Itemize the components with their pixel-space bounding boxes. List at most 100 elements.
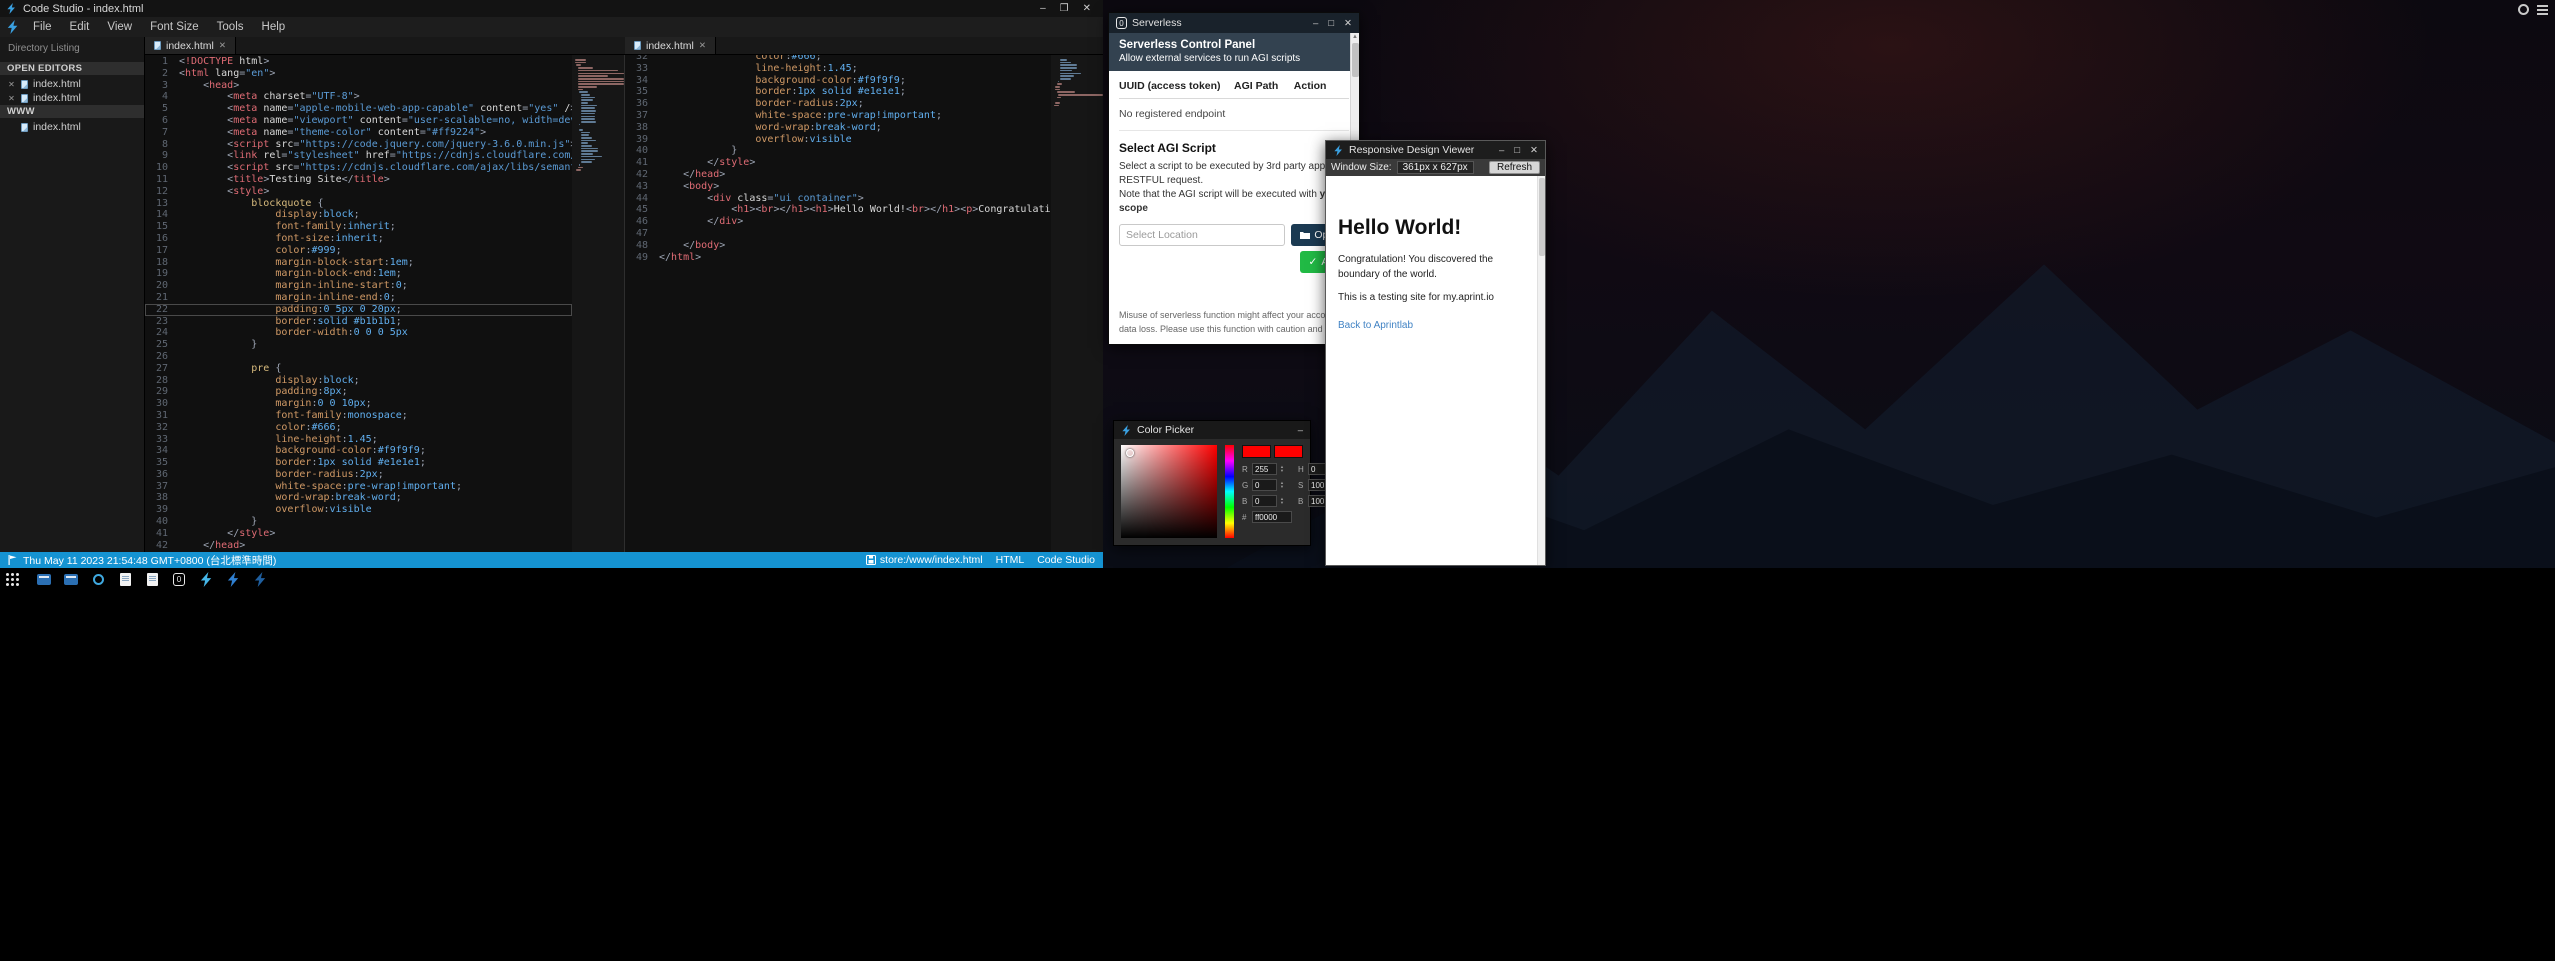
code-line[interactable]: 49</html> xyxy=(625,252,1051,264)
app-launcher-button[interactable] xyxy=(6,573,19,586)
editor-pane-left[interactable]: 1<!DOCTYPE html>2<html lang="en">3 <head… xyxy=(145,55,625,552)
code-line[interactable]: 14 display:block; xyxy=(145,209,572,221)
minimize-icon[interactable]: – xyxy=(1499,145,1504,156)
code-line[interactable]: 31 font-family:monospace; xyxy=(145,410,572,422)
code-line[interactable]: 43 <body> xyxy=(625,181,1051,193)
code-line[interactable]: 37 white-space:pre-wrap!important; xyxy=(145,481,572,493)
tab-index.html[interactable]: index.html✕ xyxy=(625,37,716,54)
code-line[interactable]: 38 word-wrap:break-word; xyxy=(625,122,1051,134)
code-line[interactable]: 13 blockquote { xyxy=(145,198,572,210)
code-line[interactable]: 36 border-radius:2px; xyxy=(625,98,1051,110)
refresh-button[interactable]: Refresh xyxy=(1489,161,1540,174)
code-line[interactable]: 40 } xyxy=(145,516,572,528)
code-line[interactable]: 37 white-space:pre-wrap!important; xyxy=(625,110,1051,122)
code-line[interactable]: 39 overflow:visible xyxy=(625,134,1051,146)
code-line[interactable]: 10 <script src="https://cdnjs.cloudflare… xyxy=(145,162,572,174)
menu-help[interactable]: Help xyxy=(253,21,295,33)
menu-view[interactable]: View xyxy=(98,21,141,33)
code-line[interactable]: 41 </style> xyxy=(145,528,572,540)
code-line[interactable]: 45 <h1><br></h1><h1>Hello World!<br></h1… xyxy=(625,204,1051,216)
status-file-path[interactable]: store:/www/index.html xyxy=(866,554,983,566)
app-notes-icon[interactable] xyxy=(144,572,160,588)
code-line[interactable]: 5 <meta name="apple-mobile-web-app-capab… xyxy=(145,103,572,115)
maximize-icon[interactable]: ❐ xyxy=(1060,3,1069,14)
code-line[interactable]: 1<!DOCTYPE html> xyxy=(145,56,572,68)
code-studio-3-icon[interactable] xyxy=(252,572,268,588)
scrollbar-thumb[interactable] xyxy=(1539,178,1545,256)
scroll-up-icon[interactable]: ▲ xyxy=(1352,33,1358,42)
code-line[interactable]: 2<html lang="en"> xyxy=(145,68,572,80)
sidebar-item-index.html[interactable]: index.html xyxy=(0,120,144,134)
back-to-aprintlab-link[interactable]: Back to Aprintlab xyxy=(1338,320,1413,331)
app-window-1-icon[interactable] xyxy=(36,572,52,588)
code-line[interactable]: 11 <title>Testing Site</title> xyxy=(145,174,572,186)
code-line[interactable]: 36 border-radius:2px; xyxy=(145,469,572,481)
code-line[interactable]: 20 margin-inline-start:0; xyxy=(145,280,572,292)
code-line[interactable]: 3 <head> xyxy=(145,80,572,92)
blue-input[interactable]: 0 xyxy=(1252,495,1277,507)
maximize-icon[interactable]: □ xyxy=(1328,18,1334,29)
close-icon[interactable]: ✕ xyxy=(1530,145,1538,156)
code-line[interactable]: 30 margin:0 0 10px; xyxy=(145,398,572,410)
status-app[interactable]: Code Studio xyxy=(1037,554,1095,566)
code-line[interactable]: 42 </head> xyxy=(625,169,1051,181)
code-line[interactable]: 8 <script src="https://code.jquery.com/j… xyxy=(145,139,572,151)
code-line[interactable]: 25 } xyxy=(145,339,572,351)
close-icon[interactable]: ✕ xyxy=(7,80,16,89)
code-line[interactable]: 34 background-color:#f9f9f9; xyxy=(625,75,1051,87)
code-line[interactable]: 46 </div> xyxy=(625,216,1051,228)
color-cursor[interactable] xyxy=(1126,449,1134,457)
minimize-icon[interactable]: – xyxy=(1040,3,1046,14)
code-line[interactable]: 33 line-height:1.45; xyxy=(145,434,572,446)
code-studio-2-icon[interactable] xyxy=(225,572,241,588)
code-line[interactable]: 41 </style> xyxy=(625,157,1051,169)
menu-edit[interactable]: Edit xyxy=(61,21,99,33)
code-line[interactable]: 7 <meta name="theme-color" content="#ff9… xyxy=(145,127,572,139)
code-line[interactable]: 32 color:#666; xyxy=(625,55,1051,63)
code-line[interactable]: 28 display:block; xyxy=(145,375,572,387)
hue-slider[interactable] xyxy=(1225,445,1234,538)
code-line[interactable]: 33 line-height:1.45; xyxy=(625,63,1051,75)
code-studio-1-icon[interactable] xyxy=(198,572,214,588)
green-input[interactable]: 0 xyxy=(1252,479,1277,491)
code-line[interactable]: 26 xyxy=(145,351,572,363)
sidebar-item-index.html[interactable]: ✕index.html xyxy=(0,91,144,105)
minimize-icon[interactable]: – xyxy=(1298,425,1303,436)
code-line[interactable]: 21 margin-inline-end:0; xyxy=(145,292,572,304)
scrollbar-thumb[interactable] xyxy=(1352,43,1359,77)
code-line[interactable]: 35 border:1px solid #e1e1e1; xyxy=(625,86,1051,98)
menu-file[interactable]: File xyxy=(24,21,61,33)
menu-tools[interactable]: Tools xyxy=(208,21,253,33)
red-input[interactable]: 255 xyxy=(1252,463,1277,475)
stepper-icon[interactable]: ▲▼ xyxy=(1280,497,1284,505)
menu-font-size[interactable]: Font Size xyxy=(141,21,208,33)
code-line[interactable]: 12 <style> xyxy=(145,186,572,198)
status-language[interactable]: HTML xyxy=(996,554,1025,566)
scrollbar[interactable] xyxy=(1537,176,1545,565)
code-line[interactable]: 15 font-family:inherit; xyxy=(145,221,572,233)
code-line[interactable]: 35 border:1px solid #e1e1e1; xyxy=(145,457,572,469)
code-line[interactable]: 29 padding:8px; xyxy=(145,386,572,398)
code-line[interactable]: 6 <meta name="viewport" content="user-sc… xyxy=(145,115,572,127)
code-line[interactable]: 23 border:solid #b1b1b1; xyxy=(145,316,572,328)
tab-index.html[interactable]: index.html✕ xyxy=(145,37,236,54)
app-files-icon[interactable] xyxy=(117,572,133,588)
code-line[interactable]: 38 word-wrap:break-word; xyxy=(145,492,572,504)
app-serverless-icon[interactable]: 0 xyxy=(171,572,187,588)
code-line[interactable]: 22 padding:0 5px 0 20px; xyxy=(145,304,572,316)
app-browser-icon[interactable] xyxy=(90,572,106,588)
app-window-2-icon[interactable] xyxy=(63,572,79,588)
code-line[interactable]: 44 <div class="ui container"> xyxy=(625,193,1051,205)
code-line[interactable]: 48 </body> xyxy=(625,240,1051,252)
minimize-icon[interactable]: – xyxy=(1313,18,1318,29)
code-line[interactable]: 39 overflow:visible xyxy=(145,504,572,516)
stepper-icon[interactable]: ▲▼ xyxy=(1280,465,1284,473)
stepper-icon[interactable]: ▲▼ xyxy=(1280,481,1284,489)
minimap[interactable] xyxy=(572,55,624,552)
sidebar-section-www[interactable]: WWW xyxy=(0,105,144,118)
code-line[interactable]: 40 } xyxy=(625,145,1051,157)
minimap[interactable] xyxy=(1051,55,1103,552)
close-icon[interactable]: ✕ xyxy=(1344,18,1352,29)
sidebar-section-open-editors[interactable]: OPEN EDITORS xyxy=(0,62,144,75)
saturation-picker[interactable] xyxy=(1121,445,1217,538)
